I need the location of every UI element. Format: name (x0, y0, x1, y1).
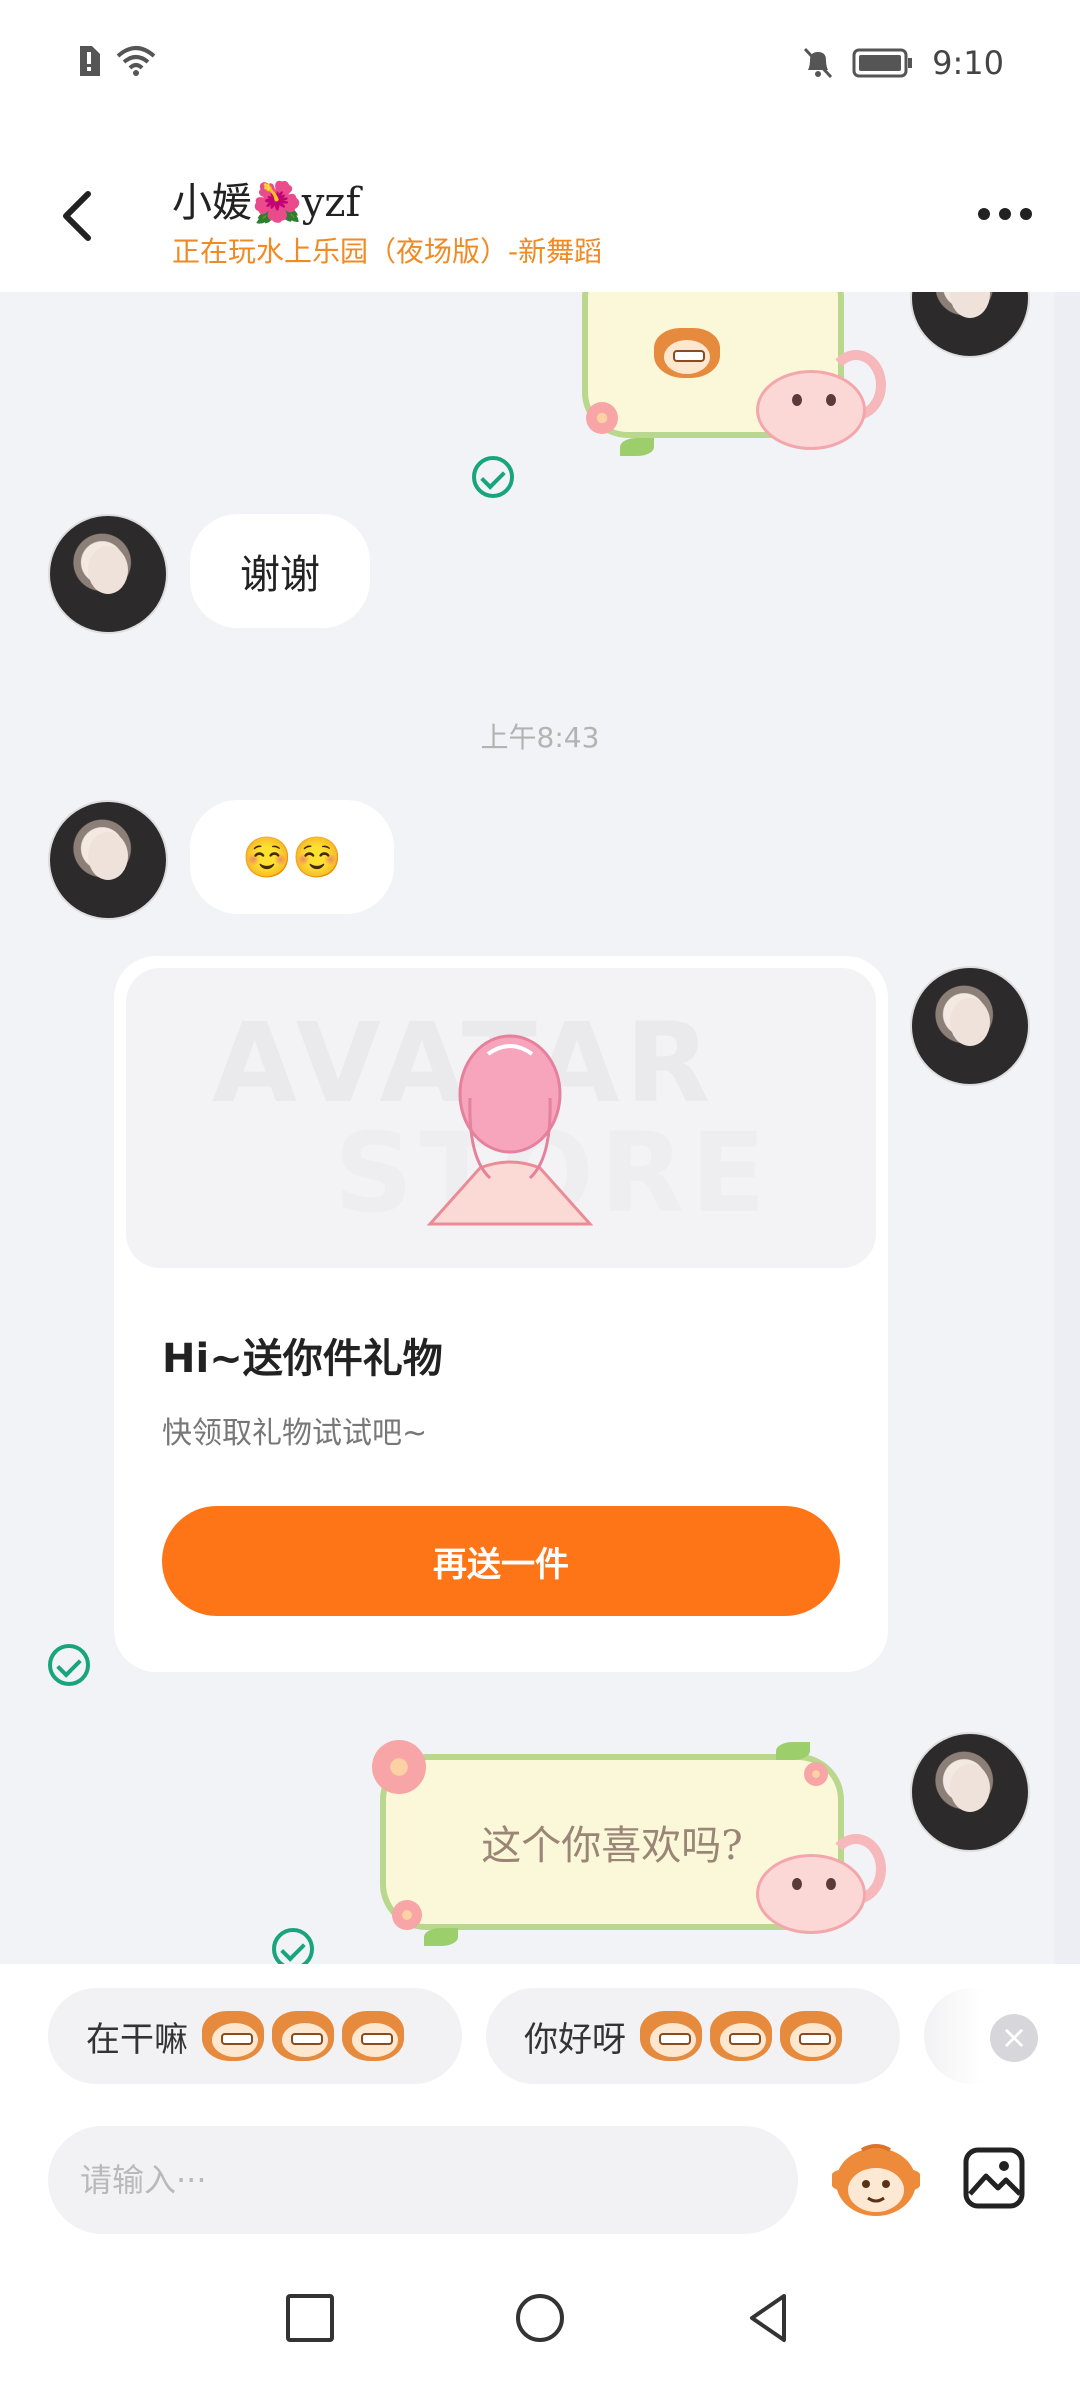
incoming-emoji-bubble[interactable]: ☺️☺️ (190, 800, 394, 914)
monkey-emoji-group (640, 2011, 842, 2061)
bell-muted-icon (804, 47, 833, 79)
flower-decoration-icon (804, 1762, 828, 1786)
quick-reply-chip[interactable]: 在干嘛 (48, 1988, 462, 2084)
monkey-emoji-icon (342, 2011, 404, 2061)
gift-title: Hi~送你件礼物 (162, 1336, 443, 1382)
more-dot-icon (978, 208, 990, 220)
chat-messages[interactable]: 谢谢 上午8:43 ☺️☺️ AVATAR STORE Hi~送你件礼物 快领取… (0, 292, 1080, 1964)
monkey-emoji-icon (654, 328, 720, 378)
my-avatar[interactable] (910, 1732, 1030, 1852)
contact-name: 小媛🌺yzf (172, 180, 361, 226)
read-check-icon (472, 456, 514, 498)
pig-mascot-icon (756, 1834, 886, 1934)
quick-reply-label: 你好呀 (524, 2019, 626, 2060)
send-another-gift-button[interactable]: 再送一件 (162, 1506, 840, 1616)
circle-icon (516, 2294, 564, 2342)
gift-image: AVATAR STORE (126, 968, 876, 1268)
battery-icon (852, 48, 913, 78)
more-options-button[interactable] (978, 208, 1032, 220)
leaf-decoration-icon (424, 1928, 458, 1946)
status-right-icons: 9:10 (802, 44, 1004, 82)
monkey-emoji-icon (780, 2011, 842, 2061)
gift-description: 快领取礼物试试吧~ (162, 1416, 428, 1451)
status-bar: 9:10 (0, 0, 1080, 130)
quick-reply-label: 在干嘛 (86, 2019, 188, 2060)
monkey-emoji-group (202, 2011, 404, 2061)
leaf-decoration-icon (620, 438, 654, 456)
flower-decoration-icon (372, 1740, 426, 1794)
monkey-sticker-icon (830, 2144, 922, 2216)
incoming-text-bubble[interactable]: 谢谢 (190, 514, 370, 628)
image-icon (963, 2147, 1025, 2209)
leaf-decoration-icon (776, 1742, 810, 1760)
sticker-text: 这个你喜欢吗? (481, 1823, 743, 1869)
status-left-icons (76, 44, 156, 78)
my-avatar[interactable] (910, 292, 1030, 358)
contact-status: 正在玩水上乐园（夜场版）-新舞蹈 (172, 235, 603, 268)
monkey-emoji-icon (710, 2011, 772, 2061)
read-check-icon (48, 1644, 90, 1686)
message-input[interactable] (48, 2126, 798, 2234)
my-avatar[interactable] (910, 966, 1030, 1086)
chevron-left-icon (63, 191, 91, 241)
clock: 9:10 (932, 44, 1004, 82)
home-button[interactable] (510, 2288, 570, 2348)
back-button[interactable] (50, 186, 110, 246)
avatar-figure-icon (426, 1034, 594, 1226)
message-timestamp: 上午8:43 (480, 721, 600, 754)
gift-card[interactable]: AVATAR STORE Hi~送你件礼物 快领取礼物试试吧~ 再送一件 (114, 956, 888, 1672)
more-dot-icon (1020, 208, 1032, 220)
quick-reply-chip[interactable]: 你好呀 (486, 1988, 900, 2084)
nav-back-button[interactable] (740, 2288, 800, 2348)
square-icon (286, 2294, 334, 2342)
flower-decoration-icon (392, 1900, 422, 1930)
monkey-emoji-icon (272, 2011, 334, 2061)
recent-apps-button[interactable] (280, 2288, 340, 2348)
close-quick-replies-icon[interactable]: × (990, 2014, 1038, 2062)
read-check-icon (272, 1928, 314, 1964)
sticker-button[interactable] (830, 2140, 922, 2218)
quick-reply-bar: 在干嘛 你好呀 (0, 1964, 1080, 2104)
contact-avatar[interactable] (48, 800, 168, 920)
input-bar (0, 2104, 1080, 2254)
scroll-gutter (1054, 292, 1080, 1964)
chat-header: 小媛🌺yzf 正在玩水上乐园（夜场版）-新舞蹈 (0, 130, 1080, 292)
monkey-emoji-icon (640, 2011, 702, 2061)
more-dot-icon (999, 208, 1011, 220)
contact-avatar[interactable] (48, 514, 168, 634)
wifi-icon (116, 46, 156, 76)
pig-mascot-icon (756, 350, 886, 450)
sim-alert-icon (80, 46, 100, 76)
image-picker-button[interactable] (962, 2146, 1026, 2210)
monkey-emoji-icon (202, 2011, 264, 2061)
triangle-back-icon (750, 2294, 786, 2342)
system-nav-bar (0, 2254, 1080, 2388)
flower-decoration-icon (586, 402, 618, 434)
quick-reply-chip-partial[interactable] (924, 1988, 984, 2084)
